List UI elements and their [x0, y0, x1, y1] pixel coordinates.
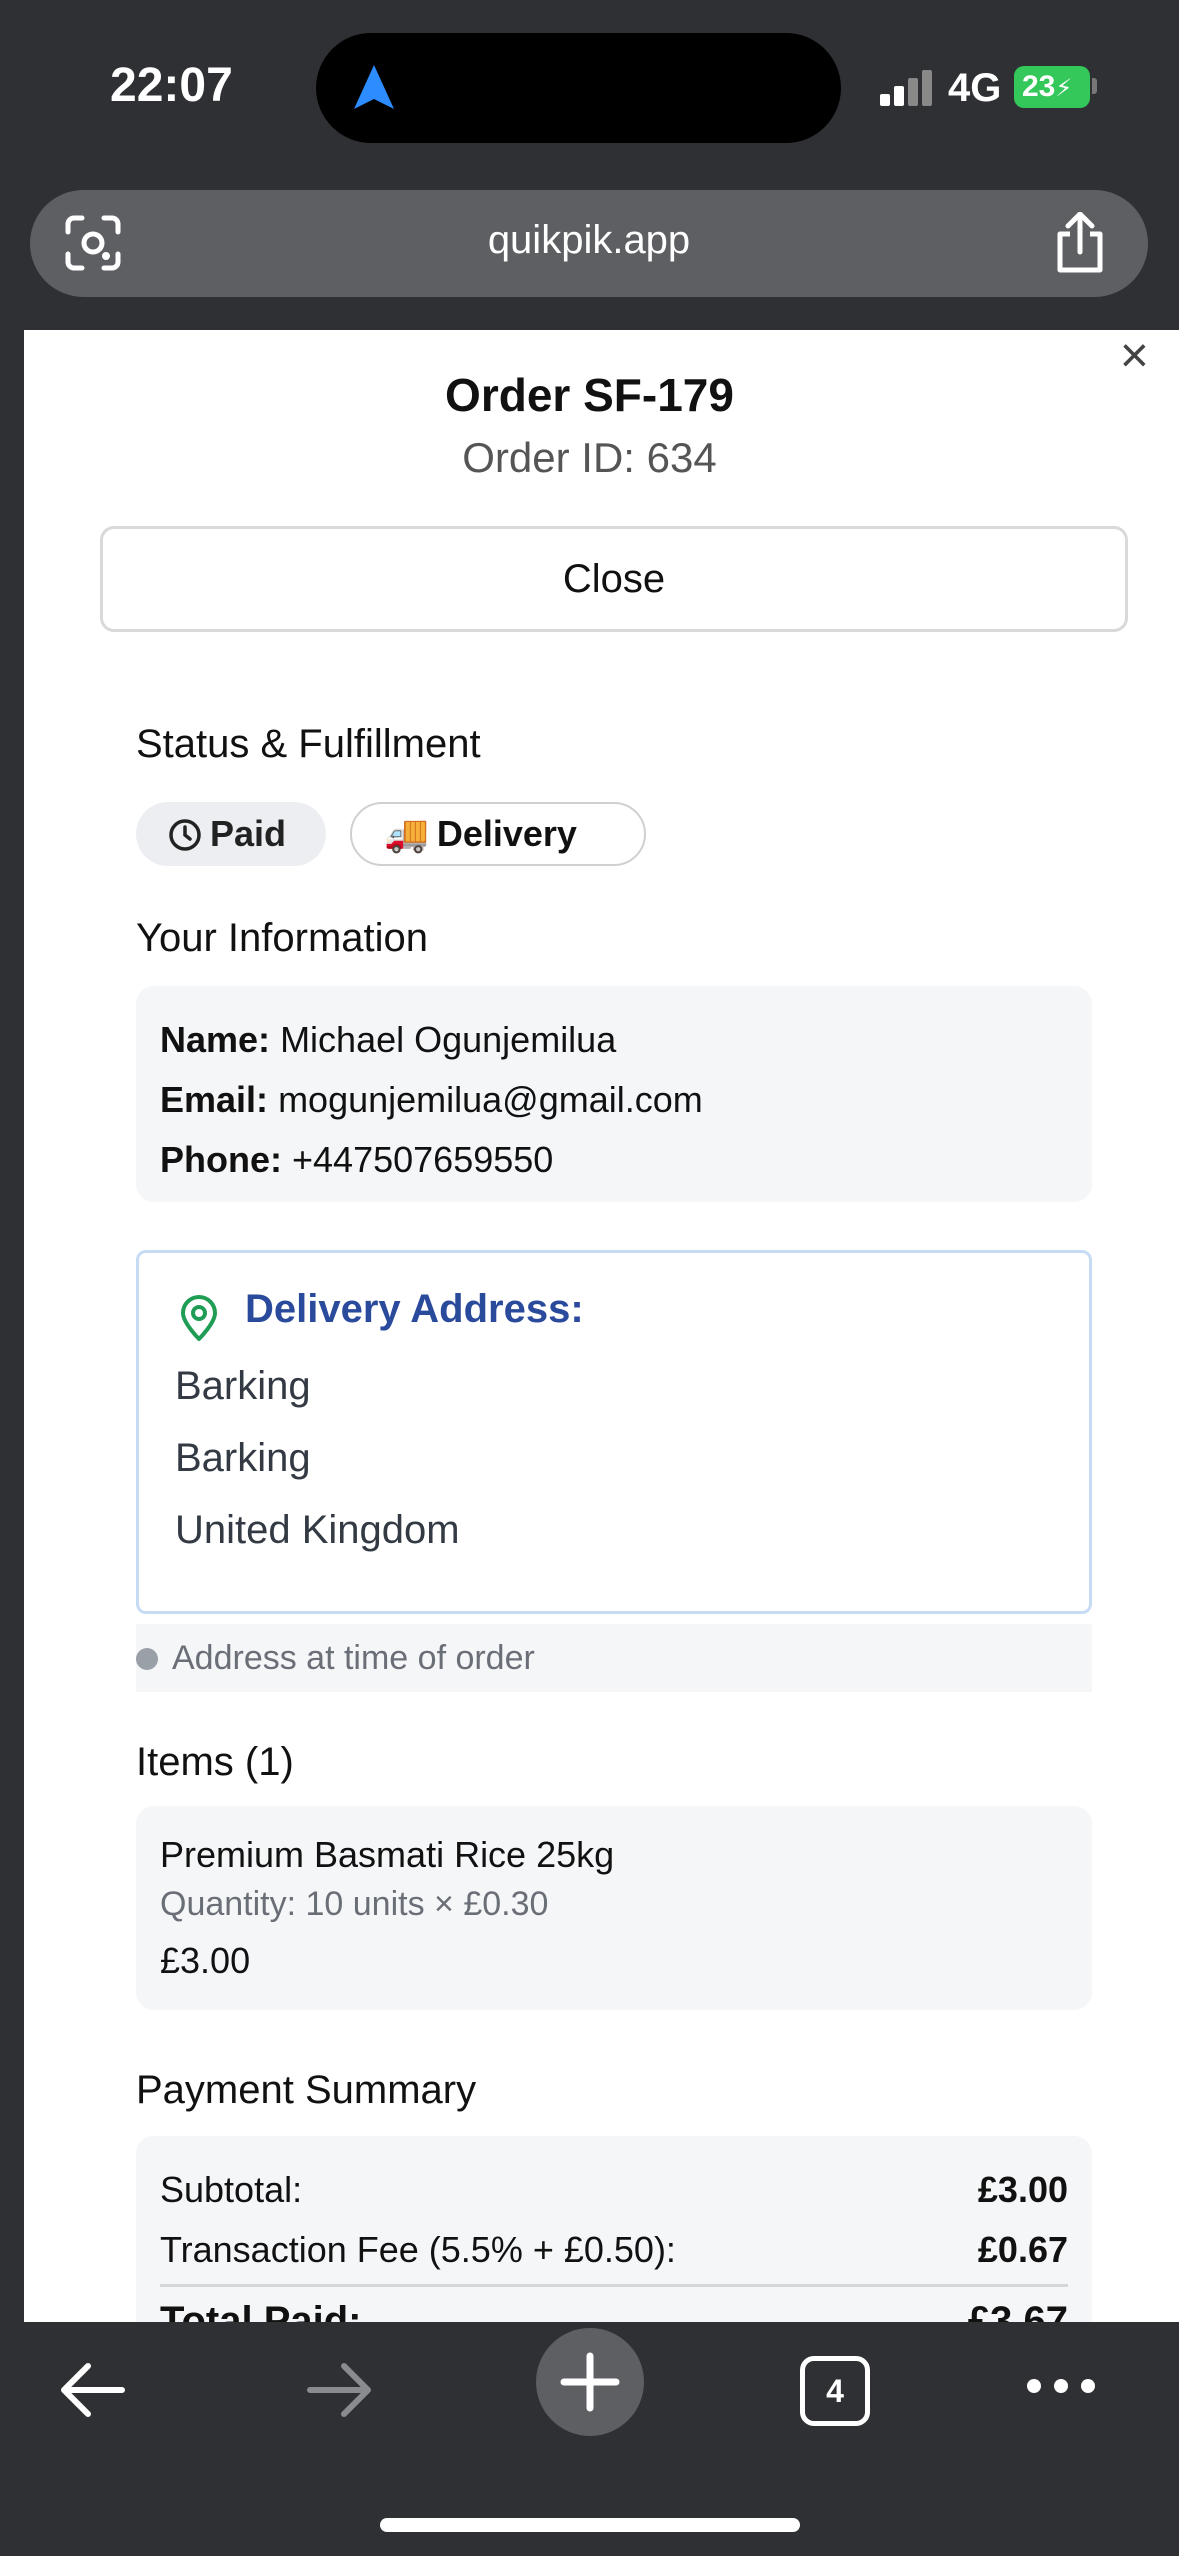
url-text[interactable]: quikpik.app [30, 218, 1148, 263]
customer-name: Michael Ogunjemilua [280, 1019, 617, 1060]
address-line: Barking [175, 1364, 311, 1408]
battery-tip [1092, 78, 1097, 94]
navigation-arrow-icon [354, 65, 394, 109]
network-type: 4G [948, 66, 1002, 110]
divider [160, 2284, 1068, 2287]
delivery-address-card: Delivery Address: Barking Barking United… [136, 1250, 1092, 1614]
order-modal: × Order SF-179 Order ID: 634 Close Statu… [24, 330, 1179, 2330]
paid-badge: Paid [136, 802, 326, 866]
clock-icon [169, 819, 201, 851]
item-price: £3.00 [160, 1940, 251, 1981]
address-line: United Kingdom [175, 1508, 460, 1552]
dot-icon [136, 1648, 158, 1670]
new-tab-button[interactable] [536, 2328, 644, 2436]
payment-heading: Payment Summary [136, 2068, 477, 2112]
order-title: Order SF-179 [445, 369, 734, 421]
order-id: Order ID: 634 [462, 434, 717, 481]
delivery-label: Delivery [436, 813, 577, 854]
close-button[interactable]: Close [100, 526, 1128, 632]
plus-icon [560, 2352, 620, 2412]
status-heading: Status & Fulfillment [136, 722, 481, 766]
item-name: Premium Basmati Rice 25kg [160, 1834, 615, 1875]
home-indicator [380, 2518, 800, 2532]
tabs-button[interactable]: 4 [800, 2356, 870, 2426]
delivery-badge: 🚚 Delivery [350, 802, 646, 866]
phone-row: Phone: +447507659550 [160, 1139, 554, 1180]
battery-icon: 23⚡ [1014, 66, 1090, 108]
name-row: Name: Michael Ogunjemilua [160, 1019, 617, 1060]
status-time: 22:07 [110, 59, 233, 112]
fee-row: Transaction Fee (5.5% + £0.50): £0.67 [160, 2220, 1068, 2280]
address-bar[interactable]: quikpik.app [30, 190, 1148, 297]
location-pin-icon [181, 1295, 217, 1341]
status-bar: 22:07 4G 23⚡ [0, 0, 1179, 180]
paid-label: Paid [210, 813, 287, 854]
payment-summary-card: Subtotal: £3.00 Transaction Fee (5.5% + £… [136, 2136, 1092, 2330]
address-title: Delivery Address: [245, 1287, 584, 1331]
email-row: Email: mogunjemilua@gmail.com [160, 1079, 703, 1120]
signal-icon [880, 70, 936, 106]
info-heading: Your Information [136, 916, 429, 960]
browser-toolbar: 4 [0, 2322, 1179, 2556]
list-item: Premium Basmati Rice 25kg Quantity: 10 u… [136, 1806, 1092, 2010]
forward-icon[interactable] [304, 2358, 374, 2422]
subtotal-value: £3.00 [977, 2169, 1068, 2210]
truck-icon: 🚚 [384, 813, 429, 854]
address-line: Barking [175, 1436, 311, 1480]
battery-level: 23 [1022, 70, 1056, 103]
more-icon[interactable] [1024, 2376, 1098, 2396]
back-icon[interactable] [58, 2358, 128, 2422]
share-icon[interactable] [1052, 212, 1108, 274]
customer-phone: +447507659550 [292, 1139, 554, 1180]
address-note: Address at time of order [136, 1624, 1092, 1692]
dynamic-island [316, 33, 841, 143]
subtotal-row: Subtotal: £3.00 [160, 2160, 1068, 2220]
customer-info-card: Name: Michael Ogunjemilua Email: mogunje… [136, 986, 1092, 1202]
item-quantity: Quantity: 10 units × £0.30 [160, 1885, 549, 1923]
items-heading: Items (1) [136, 1740, 294, 1784]
fee-value: £0.67 [977, 2229, 1068, 2270]
customer-email: mogunjemilua@gmail.com [278, 1079, 703, 1120]
